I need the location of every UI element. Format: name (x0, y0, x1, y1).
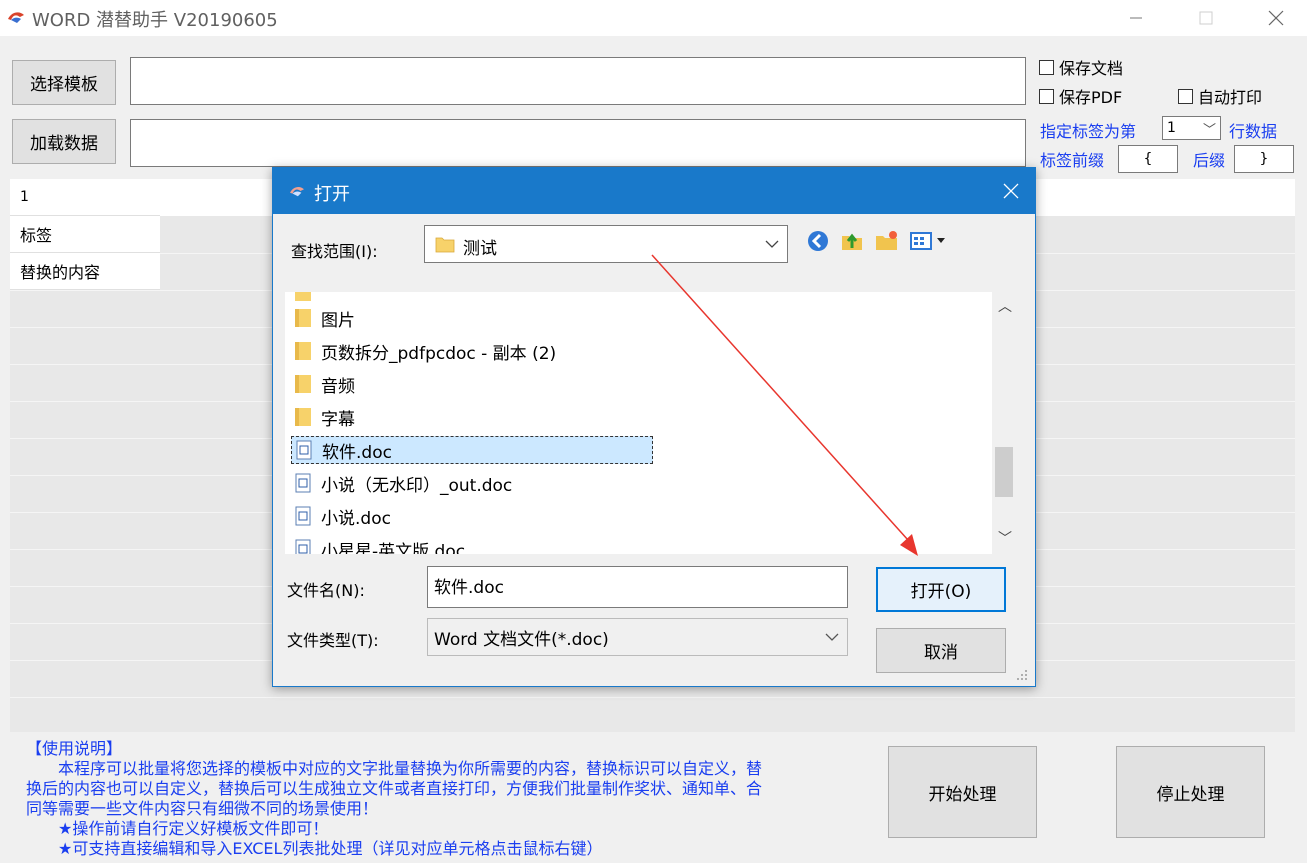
annotation-arrow (651, 254, 918, 556)
